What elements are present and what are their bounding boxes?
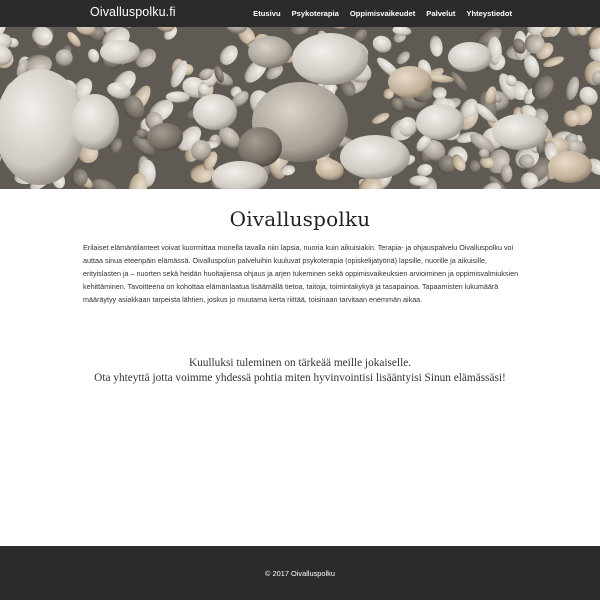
nav-link-etusivu[interactable]: Etusivu [253, 9, 280, 18]
footer: © 2017 Oivalluspolku [0, 546, 600, 600]
copyright-text: © 2017 Oivalluspolku [265, 569, 335, 578]
pebble-shape [147, 123, 183, 151]
pebble-shape [71, 94, 119, 150]
top-navbar: Oivalluspolku.fi Etusivu Psykoterapia Op… [0, 0, 600, 27]
tagline-line-1: Kuulluksi tuleminen on tärkeää meille jo… [188, 357, 412, 369]
pebble-shape [238, 127, 282, 167]
pebble-shape [548, 151, 592, 183]
pebble-shape [388, 66, 432, 98]
tagline-line-2: Ota yhteyttä jotta voimme yhdessä pohtia… [94, 372, 506, 384]
pebbles-illustration [0, 27, 600, 189]
intro-paragraph: Erilaiset elämäntilanteet voivat kuormit… [83, 243, 519, 304]
tagline: Kuulluksi tuleminen on tärkeää meille jo… [0, 356, 600, 386]
pebble-shape [492, 114, 548, 150]
page-title: Oivalluspolku [229, 207, 371, 231]
nav-link-oppimisvaikeudet[interactable]: Oppimisvaikeudet [350, 9, 415, 18]
nav-link-palvelut[interactable]: Palvelut [426, 9, 455, 18]
pebble-shape [100, 40, 140, 64]
pebble-shape [292, 33, 368, 85]
brand-logo-link[interactable]: Oivalluspolku.fi [90, 5, 176, 19]
nav-link-yhteystiedot[interactable]: Yhteystiedot [466, 9, 512, 18]
hero-pebbles-image [0, 27, 600, 189]
pebble-shape [416, 104, 464, 140]
pebble-shape [448, 42, 492, 72]
pebble-shape [193, 94, 237, 130]
pebble-shape [340, 135, 410, 179]
nav-menu: Etusivu Psykoterapia Oppimisvaikeudet Pa… [253, 9, 512, 18]
nav-link-psykoterapia[interactable]: Psykoterapia [292, 9, 339, 18]
pebble-shape [248, 36, 292, 68]
